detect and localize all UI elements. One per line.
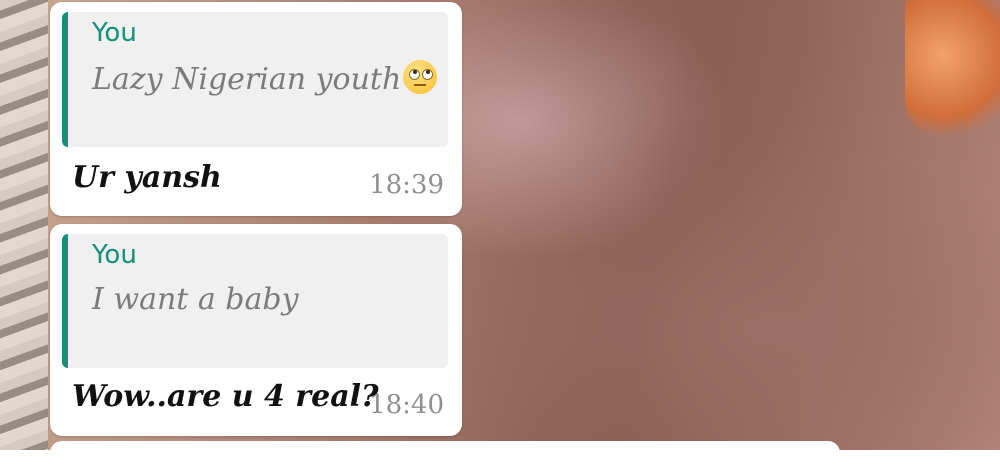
message-text: Wow..are u 4 real? xyxy=(72,379,379,414)
message-timestamp: 18:40 xyxy=(369,390,444,420)
message-bubble[interactable]: You Lazy Nigerian youth Ur yansh 18:39 xyxy=(50,2,462,216)
message-timestamp: 18:39 xyxy=(369,170,444,200)
quote-text: I want a baby xyxy=(92,282,299,317)
message-bubble[interactable]: You I want a baby Wow..are u 4 real? 18:… xyxy=(50,224,462,436)
quoted-message[interactable]: You Lazy Nigerian youth xyxy=(62,12,448,147)
message-text: Ur yansh xyxy=(72,160,222,195)
message-bubble-partial[interactable] xyxy=(50,441,840,471)
quote-author: You xyxy=(92,240,137,270)
quote-author: You xyxy=(92,18,137,48)
face-with-rolling-eyes-icon xyxy=(403,60,438,94)
background-orange-fabric xyxy=(905,0,1000,140)
quoted-message[interactable]: You I want a baby xyxy=(62,234,448,368)
quote-text: Lazy Nigerian youth xyxy=(92,60,438,97)
background-fabric-edge xyxy=(0,0,48,450)
